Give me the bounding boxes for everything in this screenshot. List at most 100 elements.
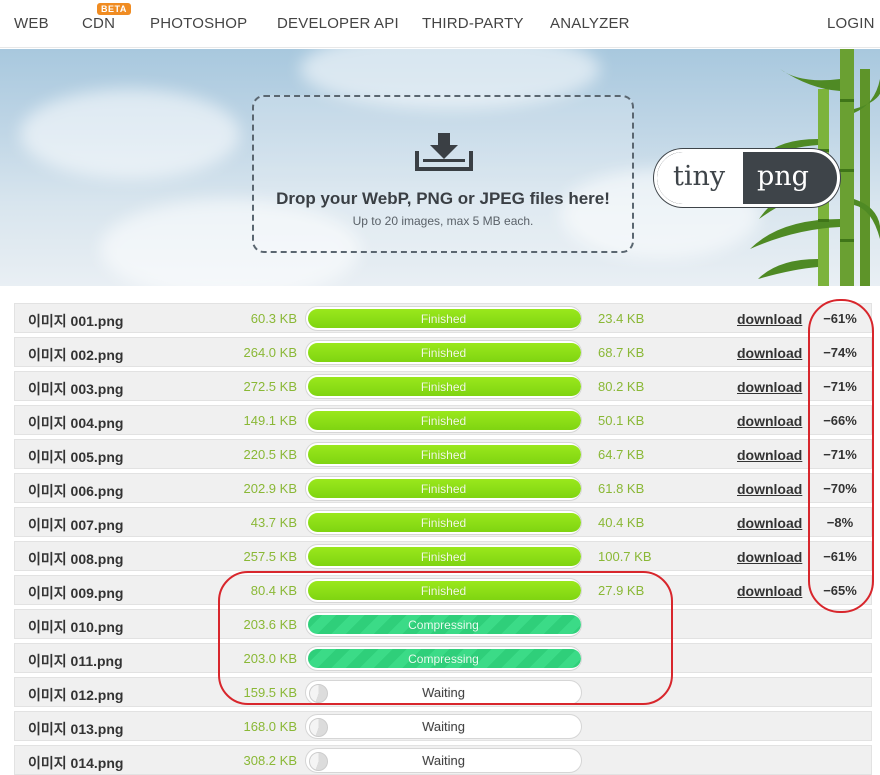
download-link[interactable]: download bbox=[737, 379, 802, 395]
compressed-size: 61.8 KB bbox=[598, 481, 645, 496]
file-name: 이미지 002.png bbox=[28, 347, 124, 363]
top-nav: WEB CDN BETA PHOTOSHOP DEVELOPER API THI… bbox=[0, 0, 880, 48]
status-label: Finished bbox=[420, 584, 467, 598]
status-label: Waiting bbox=[422, 719, 465, 734]
dropzone-subtitle: Up to 20 images, max 5 MB each. bbox=[352, 214, 534, 228]
file-name: 이미지 006.png bbox=[28, 483, 124, 499]
file-row: 이미지 003.png 272.5 KB Finished 80.2 KB downlo… bbox=[14, 371, 872, 401]
status-label: Waiting bbox=[422, 753, 465, 768]
download-link[interactable]: download bbox=[737, 345, 802, 361]
file-row: 이미지 008.png 257.5 KB Finished 100.7 KB downl… bbox=[14, 541, 872, 571]
file-row: 이미지 010.png 203.6 KB Compressing bbox=[14, 609, 872, 639]
file-row: 이미지 009.png 80.4 KB Finished 27.9 KB downloa… bbox=[14, 575, 872, 605]
progress-bar: Finished bbox=[305, 340, 582, 365]
original-size: 43.7 KB bbox=[250, 515, 297, 530]
download-link[interactable]: download bbox=[737, 549, 802, 565]
compressed-size: 68.7 KB bbox=[598, 345, 645, 360]
nav-web[interactable]: WEB bbox=[14, 15, 49, 32]
logo-text-tiny: tiny bbox=[673, 161, 726, 192]
status-label: Finished bbox=[420, 346, 467, 360]
download-link[interactable]: download bbox=[737, 583, 802, 599]
saving-percent: −66% bbox=[823, 413, 857, 428]
status-label: Finished bbox=[420, 482, 467, 496]
upload-dropzone[interactable]: Drop your WebP, PNG or JPEG files here! … bbox=[252, 95, 634, 253]
download-link[interactable]: download bbox=[737, 311, 802, 327]
file-name: 이미지 003.png bbox=[28, 381, 124, 397]
file-name: 이미지 007.png bbox=[28, 517, 124, 533]
original-size: 264.0 KB bbox=[243, 345, 298, 360]
original-size: 168.0 KB bbox=[243, 719, 298, 734]
file-name: 이미지 009.png bbox=[28, 585, 124, 601]
progress-bar: Finished bbox=[305, 306, 582, 331]
download-link[interactable]: download bbox=[737, 481, 802, 497]
nav-photoshop[interactable]: PHOTOSHOP bbox=[150, 15, 247, 32]
file-name: 이미지 014.png bbox=[28, 755, 124, 771]
nav-cdn[interactable]: CDN bbox=[82, 15, 115, 32]
download-link[interactable]: download bbox=[737, 515, 802, 531]
original-size: 203.0 KB bbox=[243, 651, 298, 666]
original-size: 80.4 KB bbox=[250, 583, 297, 598]
status-label: Compressing bbox=[408, 652, 479, 666]
compressed-size: 80.2 KB bbox=[598, 379, 645, 394]
status-label: Waiting bbox=[422, 685, 465, 700]
saving-percent: −61% bbox=[823, 311, 857, 326]
file-name: 이미지 012.png bbox=[28, 687, 124, 703]
progress-bar: Finished bbox=[305, 578, 582, 603]
progress-bar: Finished bbox=[305, 476, 582, 501]
progress-bar: Finished bbox=[305, 442, 582, 467]
progress-bar: Finished bbox=[305, 510, 582, 535]
hero-banner: Drop your WebP, PNG or JPEG files here! … bbox=[0, 49, 880, 286]
file-name: 이미지 011.png bbox=[28, 653, 123, 669]
original-size: 257.5 KB bbox=[243, 549, 298, 564]
file-row: 이미지 012.png 159.5 KB Waiting bbox=[14, 677, 872, 707]
file-row: 이미지 013.png 168.0 KB Waiting bbox=[14, 711, 872, 741]
compressed-size: 50.1 KB bbox=[598, 413, 645, 428]
status-label: Finished bbox=[420, 550, 467, 564]
saving-percent: −70% bbox=[823, 481, 857, 496]
logo-text-png: png bbox=[757, 161, 809, 192]
status-label: Compressing bbox=[408, 618, 479, 632]
download-link[interactable]: download bbox=[737, 447, 802, 463]
original-size: 149.1 KB bbox=[243, 413, 298, 428]
original-size: 220.5 KB bbox=[243, 447, 298, 462]
saving-percent: −74% bbox=[823, 345, 857, 360]
file-row: 이미지 007.png 43.7 KB Finished 40.4 KB downloa… bbox=[14, 507, 872, 537]
file-list: 이미지 001.png 60.3 KB Finished 23.4 KB downloa… bbox=[14, 303, 872, 775]
compressed-size: 27.9 KB bbox=[598, 583, 645, 598]
tinypng-logo: tiny png bbox=[654, 149, 840, 207]
cloud bbox=[20, 89, 240, 179]
saving-percent: −71% bbox=[823, 379, 857, 394]
dropzone-title: Drop your WebP, PNG or JPEG files here! bbox=[276, 189, 610, 208]
compressed-size: 40.4 KB bbox=[598, 515, 645, 530]
original-size: 202.9 KB bbox=[243, 481, 298, 496]
beta-badge: BETA bbox=[97, 3, 131, 15]
download-link[interactable]: download bbox=[737, 413, 802, 429]
progress-bar: Waiting bbox=[305, 748, 582, 773]
saving-percent: −61% bbox=[823, 549, 857, 564]
file-row: 이미지 005.png 220.5 KB Finished 64.7 KB downlo… bbox=[14, 439, 872, 469]
nav-analyzer[interactable]: ANALYZER bbox=[550, 15, 630, 32]
progress-bar: Finished bbox=[305, 544, 582, 569]
file-row: 이미지 004.png 149.1 KB Finished 50.1 KB downlo… bbox=[14, 405, 872, 435]
file-row: 이미지 001.png 60.3 KB Finished 23.4 KB downloa… bbox=[14, 303, 872, 333]
original-size: 60.3 KB bbox=[250, 311, 297, 326]
file-name: 이미지 005.png bbox=[28, 449, 124, 465]
status-label: Finished bbox=[420, 516, 467, 530]
progress-bar: Compressing bbox=[305, 646, 582, 671]
compressed-size: 23.4 KB bbox=[598, 311, 645, 326]
download-tray-icon bbox=[415, 133, 473, 171]
saving-percent: −8% bbox=[826, 515, 854, 530]
saving-percent: −65% bbox=[823, 583, 857, 598]
progress-bar: Waiting bbox=[305, 714, 582, 739]
nav-developer-api[interactable]: DEVELOPER API bbox=[277, 15, 399, 32]
compressed-size: 100.7 KB bbox=[598, 549, 652, 564]
nav-login[interactable]: LOGIN bbox=[827, 15, 875, 32]
progress-bar: Finished bbox=[305, 374, 582, 399]
nav-third-party[interactable]: THIRD-PARTY bbox=[422, 15, 524, 32]
progress-bar: Waiting bbox=[305, 680, 582, 705]
file-name: 이미지 013.png bbox=[28, 721, 124, 737]
saving-percent: −71% bbox=[823, 447, 857, 462]
original-size: 308.2 KB bbox=[243, 753, 298, 768]
compressed-size: 64.7 KB bbox=[598, 447, 645, 462]
status-label: Finished bbox=[420, 414, 467, 428]
